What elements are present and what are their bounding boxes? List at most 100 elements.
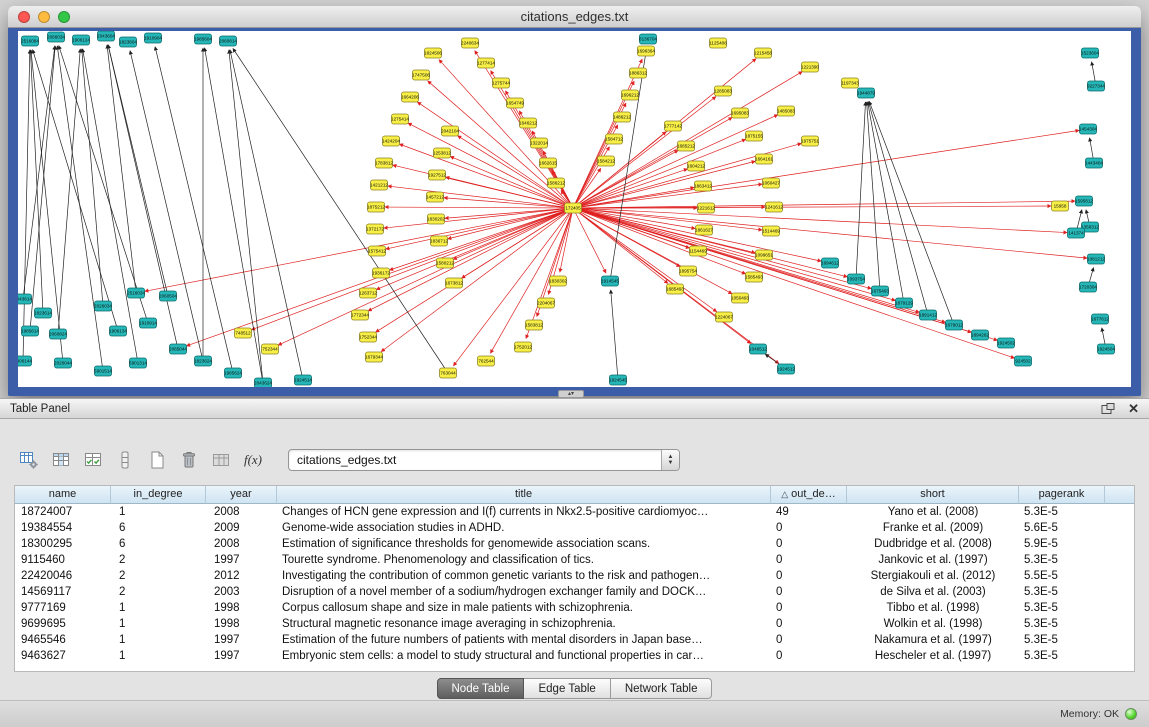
network-window-titlebar[interactable]: citations_edges.txt bbox=[8, 6, 1141, 28]
graph-node[interactable]: 1679012 bbox=[945, 320, 963, 330]
graph-node[interactable]: 752344 bbox=[262, 344, 279, 354]
table-row[interactable]: 911546021997Tourette syndrome. Phenomeno… bbox=[15, 552, 1134, 568]
graph-node[interactable]: 5901514 bbox=[94, 366, 112, 376]
graph-node[interactable]: 1457212 bbox=[426, 192, 444, 202]
graph-node[interactable]: 1936172 bbox=[372, 268, 390, 278]
graph-node[interactable]: 1654749 bbox=[506, 98, 524, 108]
graph-node[interactable]: 2060824 bbox=[49, 329, 67, 339]
graph-node[interactable]: 172405 bbox=[565, 203, 582, 213]
delete-column-icon[interactable] bbox=[176, 448, 202, 472]
select-columns-icon[interactable] bbox=[48, 448, 74, 472]
graph-node[interactable]: 1125408 bbox=[709, 38, 727, 48]
graph-node[interactable]: 1836712 bbox=[430, 236, 448, 246]
graph-node[interactable]: 1944879 bbox=[857, 88, 875, 98]
table-selector-dropdown[interactable]: citations_edges.txt ▲ ▼ bbox=[288, 449, 680, 471]
graph-node[interactable]: 2516084 bbox=[21, 36, 39, 46]
graph-node[interactable]: 1662615 bbox=[539, 158, 557, 168]
graph-node[interactable]: 1824506 bbox=[424, 48, 442, 58]
graph-node[interactable]: 2026044 bbox=[54, 358, 72, 368]
graph-node[interactable]: 2066034 bbox=[47, 32, 65, 42]
graph-node[interactable]: 1772344 bbox=[351, 310, 369, 320]
table-body[interactable]: 1872400712008Changes of HCN gene express… bbox=[15, 504, 1134, 671]
graph-node[interactable]: 1275744 bbox=[492, 78, 510, 88]
new-column-icon[interactable] bbox=[144, 448, 170, 472]
close-window-icon[interactable] bbox=[18, 11, 30, 23]
zoom-window-icon[interactable] bbox=[58, 11, 70, 23]
graph-node[interactable]: 5901314 bbox=[129, 358, 147, 368]
graph-node[interactable]: 1823604 bbox=[119, 37, 137, 47]
graph-node[interactable]: 1224067 bbox=[715, 312, 733, 322]
graph-node[interactable]: 2204067 bbox=[537, 298, 555, 308]
graph-node[interactable]: 1924512 bbox=[777, 364, 795, 374]
graph-node[interactable]: 1720304 bbox=[1079, 282, 1097, 292]
graph-node[interactable]: 1914545 bbox=[601, 276, 619, 286]
graph-node[interactable]: 1783812 bbox=[375, 158, 393, 168]
tab-edge-table[interactable]: Edge Table bbox=[524, 678, 610, 699]
graph-node[interactable]: 1830302 bbox=[549, 276, 567, 286]
table-row[interactable]: 946362711997Embryonic stem cells: a mode… bbox=[15, 648, 1134, 664]
graph-node[interactable]: 1924502 bbox=[997, 338, 1015, 348]
graph-node[interactable]: 1752344 bbox=[359, 332, 377, 342]
graph-node[interactable]: 1875212 bbox=[367, 202, 385, 212]
graph-node[interactable]: 1696364 bbox=[637, 46, 655, 56]
minimize-window-icon[interactable] bbox=[38, 11, 50, 23]
graph-node[interactable]: 1485083 bbox=[777, 106, 795, 116]
column-header-pagerank[interactable]: pagerank bbox=[1019, 486, 1105, 504]
graph-node[interactable]: 1777142 bbox=[664, 121, 682, 131]
table-row[interactable]: 1456911722003Disruption of a novel membe… bbox=[15, 584, 1134, 600]
graph-node[interactable]: 9227344 bbox=[1087, 81, 1105, 91]
column-header-title[interactable]: title bbox=[277, 486, 771, 504]
column-header-out_de[interactable]: △out_de… bbox=[771, 486, 847, 504]
graph-node[interactable]: 8136704 bbox=[639, 34, 657, 44]
graph-node[interactable]: 1975751 bbox=[801, 136, 819, 146]
graph-node[interactable]: 1824545 bbox=[609, 375, 627, 385]
graph-node[interactable]: 1060427 bbox=[762, 178, 780, 188]
tab-network-table[interactable]: Network Table bbox=[611, 678, 713, 699]
graph-node[interactable]: 141374 bbox=[1068, 228, 1085, 238]
graph-node[interactable]: 1891412 bbox=[919, 310, 937, 320]
graph-node[interactable]: 1675493 bbox=[871, 286, 889, 296]
graph-node[interactable]: 1752012 bbox=[514, 342, 532, 352]
graph-node[interactable]: 1910904 bbox=[144, 33, 162, 43]
column-header-in_degree[interactable]: in_degree bbox=[111, 486, 206, 504]
graph-node[interactable]: 1696212 bbox=[621, 90, 639, 100]
table-row[interactable]: 946554611997Estimation of the future num… bbox=[15, 632, 1134, 648]
graph-node[interactable]: 1586212 bbox=[547, 178, 565, 188]
graph-node[interactable]: 1454304 bbox=[1079, 124, 1097, 134]
graph-node[interactable]: 748512 bbox=[235, 328, 252, 338]
graph-node[interactable]: 2043604 bbox=[97, 31, 115, 41]
graph-node[interactable]: 1093754 bbox=[847, 274, 865, 284]
column-header-short[interactable]: short bbox=[847, 486, 1019, 504]
graph-node[interactable]: 1906134 bbox=[109, 326, 127, 336]
dropdown-stepper-icon[interactable]: ▲ ▼ bbox=[661, 449, 679, 471]
graph-node[interactable]: 1081212 bbox=[1087, 254, 1105, 264]
graph-node[interactable]: 1580212 bbox=[436, 258, 454, 268]
graph-node[interactable]: 1886312 bbox=[629, 68, 647, 78]
import-table-icon[interactable] bbox=[208, 448, 234, 472]
graph-node[interactable]: 2026034 bbox=[94, 301, 112, 311]
graph-node[interactable]: 1275414 bbox=[391, 114, 409, 124]
graph-node[interactable]: 1823624 bbox=[194, 356, 212, 366]
graph-node[interactable]: 2060504 bbox=[159, 291, 177, 301]
graph-node[interactable]: 2516034 bbox=[127, 288, 145, 298]
edit-table-icon[interactable] bbox=[80, 448, 106, 472]
graph-node[interactable]: 1046512 bbox=[749, 344, 767, 354]
table-row[interactable]: 1830029562008Estimation of significance … bbox=[15, 536, 1134, 552]
graph-node[interactable]: 2043624 bbox=[254, 378, 272, 387]
graph-node[interactable]: 1585493 bbox=[745, 272, 763, 282]
graph-node[interactable]: 1985614 bbox=[21, 326, 39, 336]
graph-node[interactable]: 1985604 bbox=[194, 34, 212, 44]
graph-node[interactable]: 1664206 bbox=[401, 92, 419, 102]
graph-edges[interactable] bbox=[23, 45, 1106, 383]
graph-node[interactable]: 1583812 bbox=[525, 320, 543, 330]
graph-node[interactable]: 15958 bbox=[1052, 201, 1069, 211]
graph-node[interactable]: 1895754 bbox=[679, 266, 697, 276]
graph-node[interactable]: 1241612 bbox=[765, 202, 783, 212]
graph-node[interactable]: 1154469 bbox=[689, 246, 707, 256]
graph-node[interactable]: 1099651 bbox=[755, 250, 773, 260]
table-row[interactable]: 1872400712008Changes of HCN gene express… bbox=[15, 504, 1134, 520]
graph-node[interactable]: 1679344 bbox=[365, 352, 383, 362]
graph-node[interactable]: 1277414 bbox=[477, 58, 495, 68]
graph-node[interactable]: 1861627 bbox=[695, 225, 713, 235]
graph-node[interactable]: 1747506 bbox=[412, 70, 430, 80]
